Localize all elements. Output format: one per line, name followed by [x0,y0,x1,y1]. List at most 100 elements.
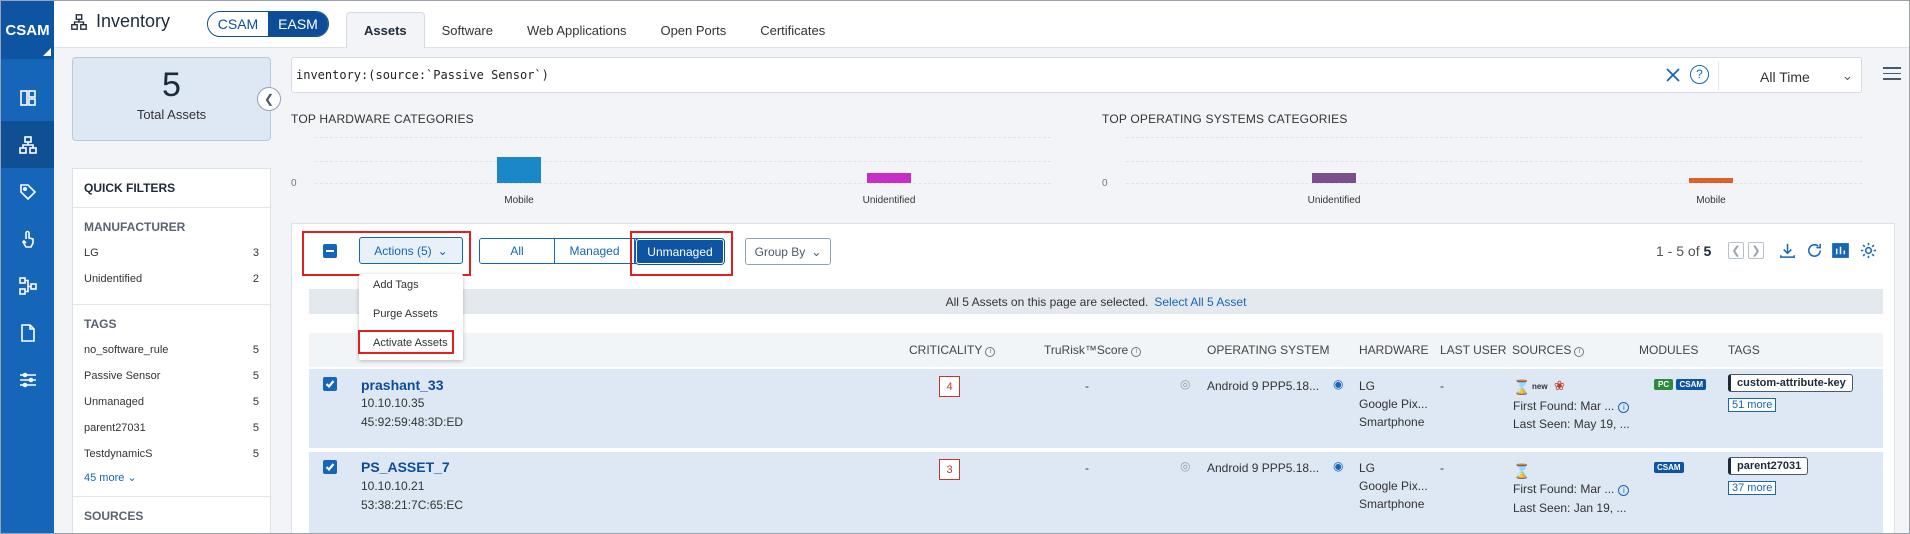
os-bar[interactable] [1312,173,1356,183]
clear-search-icon[interactable] [1664,66,1682,84]
network-nav-icon[interactable] [1,262,54,309]
quick-filters-title: QUICK FILTERS [84,181,176,195]
mode-csam-option[interactable]: CSAM [208,12,268,36]
tab-open-ports[interactable]: Open Ports [643,12,743,48]
asset-name-link[interactable]: prashant_33 [361,377,443,393]
os-globe-icon: ◎ [1180,459,1191,473]
chart-toggle-icon[interactable] [1831,241,1850,260]
info-icon: i [1131,347,1142,357]
download-icon[interactable] [1778,241,1797,260]
help-icon[interactable]: ? [1690,65,1709,84]
dashboard-nav-icon[interactable] [1,74,54,121]
menu-item-add-tags[interactable]: Add Tags [373,279,419,291]
col-tags[interactable]: TAGS [1728,343,1760,357]
hamburger-menu-icon[interactable] [1883,67,1901,84]
info-icon[interactable]: i [1618,402,1630,413]
col-modules[interactable]: MODULES [1639,343,1698,357]
more-tags-link[interactable]: 37 more [1728,481,1777,495]
row-checkbox[interactable] [323,460,337,474]
inventory-icon [71,13,87,30]
search-divider [1718,62,1719,90]
row-checkbox[interactable] [323,377,337,391]
col-operating-system[interactable]: OPERATING SYSTEM [1207,343,1329,357]
select-all-assets-link[interactable]: Select All 5 Asset [1154,295,1246,309]
menu-item-purge-assets[interactable]: Purge Assets [373,308,438,320]
segment-unmanaged[interactable]: Unmanaged [636,239,724,264]
filter-item[interactable]: TestdynamicS 5 [73,441,270,467]
module-badges: PC CSAM [1654,376,1707,390]
asset-mac: 53:38:21:7C:65:EC [361,498,464,512]
refresh-icon[interactable] [1805,241,1824,260]
tag-nav-icon[interactable] [1,168,54,215]
hardware-bar[interactable] [497,157,541,183]
inventory-nav-icon[interactable] [1,121,54,168]
total-assets-card: 5 Total Assets [72,57,271,141]
tags-filter-title: TAGS [84,317,117,331]
col-sources[interactable]: SOURCES i [1512,343,1585,357]
tags-more-link[interactable]: 45 more ⌄ [73,471,270,484]
os-name: Android 9 PPP5.18... [1207,379,1320,393]
report-nav-icon[interactable] [1,309,54,356]
module-csam-badge: CSAM [1654,462,1684,473]
hardware-bar-label: Unidentified [862,195,916,206]
trurisk-score: - [1085,461,1089,475]
first-found: First Found: Mar ... i [1513,399,1630,413]
quick-filters-panel: QUICK FILTERS MANUFACTURER LG 3 Unidentif… [72,168,271,533]
segment-all[interactable]: All [480,239,555,263]
mode-easm-option[interactable]: EASM [268,12,328,36]
left-nav-rail: CSAM [1,1,54,533]
collapse-sidebar-button[interactable]: ❮ [257,87,281,111]
filter-item[interactable]: parent27031 5 [73,415,270,441]
os-chart-title: TOP OPERATING SYSTEMS CATEGORIES [1102,112,1348,126]
hardware-vendor: LG [1359,461,1376,475]
group-by-dropdown[interactable]: Group By ⌄ [745,238,831,265]
asset-ip: 10.10.10.35 [361,396,425,410]
filter-item[interactable]: Unmanaged 5 [73,389,270,415]
col-last-user[interactable]: LAST USER [1440,343,1506,357]
select-all-checkbox[interactable] [323,244,337,258]
hardware-chart-zero: 0 [291,178,297,189]
filter-item[interactable]: Unidentified 2 [73,266,270,292]
filter-item[interactable]: no_software_rule 5 [73,337,270,363]
top-header: Inventory CSAM EASM Assets Software Web … [54,1,1909,48]
time-range-select[interactable]: All Time [1760,69,1810,85]
info-icon[interactable]: i [1618,485,1630,496]
prev-page-button[interactable]: ❮ [1728,242,1744,259]
hardware-model: Google Pix... [1359,397,1428,411]
selection-text: All 5 Assets on this page are selected. [945,294,1149,309]
tab-assets[interactable]: Assets [346,12,425,48]
filter-item[interactable]: Passive Sensor 5 [73,363,270,389]
settings-sliders-nav-icon[interactable] [1,356,54,403]
gear-icon[interactable] [1859,241,1878,260]
hardware-model: Google Pix... [1359,479,1428,493]
chevron-down-icon: ⌄ [1842,68,1853,83]
csam-easm-toggle[interactable]: CSAM EASM [207,11,329,37]
table-row[interactable]: prashant_33 10.10.10.35 45:92:59:48:3D:E… [309,369,1883,448]
actions-dropdown-button[interactable]: Actions (5) ⌄ [359,237,463,264]
selection-banner: All 5 Assets on this page are selected. … [309,289,1883,314]
csam-logo[interactable]: CSAM [1,1,54,59]
filter-item[interactable]: LG 3 [73,240,270,266]
next-page-button[interactable]: ❯ [1748,242,1764,259]
tab-certificates[interactable]: Certificates [743,12,842,48]
more-tags-link[interactable]: 51 more [1728,398,1777,412]
col-hardware[interactable]: HARDWARE [1359,343,1429,357]
tab-software[interactable]: Software [425,12,510,48]
col-trurisk[interactable]: TruRisk™Score i [1044,343,1142,357]
search-input[interactable]: inventory:(source:`Passive Sensor`) [296,68,549,82]
os-detail-icon[interactable]: ◉ [1333,377,1343,391]
hardware-vendor: LG [1359,379,1376,393]
chevron-down-icon: ⌄ [811,244,822,259]
os-detail-icon[interactable]: ◉ [1333,459,1343,473]
touch-nav-icon[interactable] [1,215,54,262]
tab-web-applications[interactable]: Web Applications [510,12,644,48]
tag-pill[interactable]: parent27031 [1728,457,1809,475]
table-row[interactable]: PS_ASSET_7 10.10.10.21 53:38:21:7C:65:EC… [309,452,1883,533]
tag-pill[interactable]: custom-attribute-key [1728,374,1853,392]
asset-name-link[interactable]: PS_ASSET_7 [361,459,450,475]
hardware-bar[interactable] [867,173,911,183]
hardware-category: Smartphone [1359,415,1425,429]
os-bar[interactable] [1689,178,1733,183]
col-criticality[interactable]: CRITICALITY i [909,343,996,357]
segment-managed[interactable]: Managed [555,239,635,263]
